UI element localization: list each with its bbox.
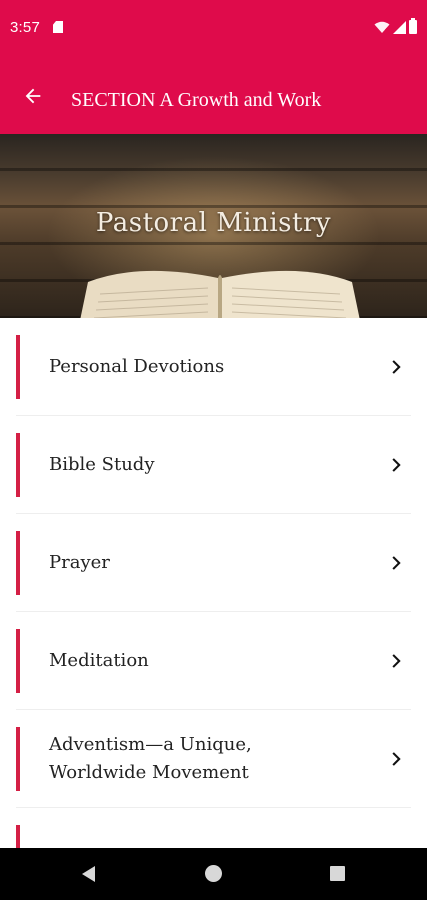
signal-icon <box>393 20 406 34</box>
page-title: SECTION A Growth and Work <box>71 89 322 111</box>
accent-bar <box>16 727 20 791</box>
accent-bar <box>16 335 20 399</box>
accent-bar <box>16 531 20 595</box>
list-item-label: Personal Devotions <box>49 356 225 377</box>
nav-home-icon[interactable] <box>205 865 222 882</box>
battery-icon <box>409 18 417 34</box>
chevron-right-icon <box>392 458 401 472</box>
status-time: 3:57 <box>10 19 40 36</box>
list-item-meditation[interactable]: Meditation <box>16 612 411 710</box>
list-item-bible-study[interactable]: Bible Study <box>16 416 411 514</box>
chevron-right-icon <box>392 360 401 374</box>
list-item-partial[interactable] <box>16 808 411 848</box>
accent-bar <box>16 629 20 693</box>
back-button[interactable] <box>16 79 50 113</box>
chapter-list: Personal Devotions Bible Study Prayer Me… <box>0 318 427 848</box>
system-nav-bar <box>0 848 427 900</box>
list-item-personal-devotions[interactable]: Personal Devotions <box>16 318 411 416</box>
list-item-label: Prayer <box>49 552 110 573</box>
accent-bar <box>16 433 20 497</box>
nav-recents-icon[interactable] <box>330 866 345 881</box>
app-bar: SECTION A Growth and Work <box>0 57 427 134</box>
wifi-icon <box>374 21 390 33</box>
open-bible-image <box>80 270 360 318</box>
accent-bar <box>16 825 20 848</box>
list-item-label: Meditation <box>49 650 149 671</box>
chevron-right-icon <box>392 654 401 668</box>
status-icons <box>374 18 417 35</box>
hero-banner: Pastoral Ministry <box>0 134 427 318</box>
sd-card-icon <box>53 21 63 33</box>
arrow-back-icon <box>25 88 41 104</box>
hero-title: Pastoral Ministry <box>95 208 332 238</box>
nav-back-icon[interactable] <box>80 865 98 883</box>
status-bar: 3:57 <box>0 0 427 57</box>
chevron-right-icon <box>392 752 401 766</box>
chevron-right-icon <box>392 556 401 570</box>
list-item-label: Adventism—a Unique, Worldwide Movement <box>49 734 252 783</box>
list-item-prayer[interactable]: Prayer <box>16 514 411 612</box>
list-item-label: Bible Study <box>49 454 155 475</box>
list-item-adventism[interactable]: Adventism—a Unique, Worldwide Movement <box>16 710 411 808</box>
